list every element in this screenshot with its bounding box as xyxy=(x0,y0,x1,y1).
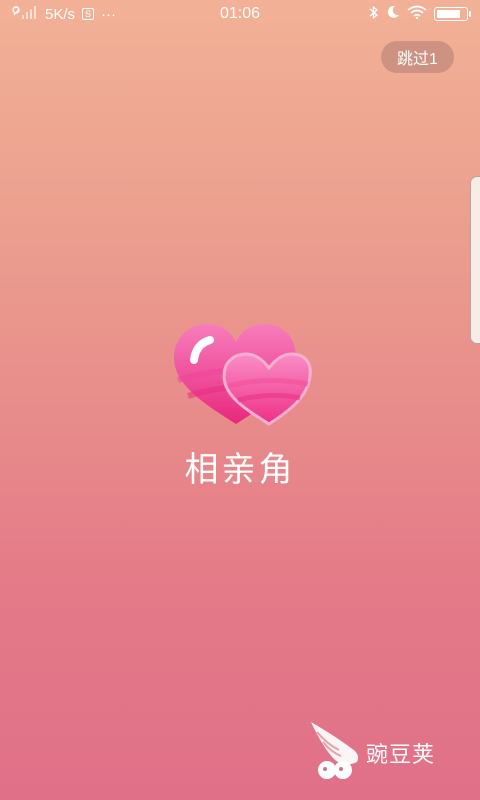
watermark-text: 豌豆荚 xyxy=(366,742,436,767)
skip-button[interactable]: 跳过1 xyxy=(381,41,454,73)
network-speed: 5K/s xyxy=(45,5,76,23)
wifi-icon xyxy=(407,5,427,23)
more-notifications-icon: ··· xyxy=(101,5,117,23)
battery-level xyxy=(437,10,461,18)
status-bar: 5K/s S ··· 01:06 xyxy=(0,0,480,28)
moon-icon xyxy=(386,5,400,23)
double-heart-logo-icon xyxy=(168,320,312,430)
notification-icon: S xyxy=(82,8,95,20)
edge-drawer-handle[interactable] xyxy=(470,176,480,344)
status-bar-left: 5K/s S ··· xyxy=(12,5,116,23)
battery-icon xyxy=(434,7,471,21)
bluetooth-icon xyxy=(369,5,379,24)
status-bar-right xyxy=(369,5,471,24)
app-name: 相亲角 xyxy=(184,451,296,489)
signal-icon xyxy=(12,5,38,23)
